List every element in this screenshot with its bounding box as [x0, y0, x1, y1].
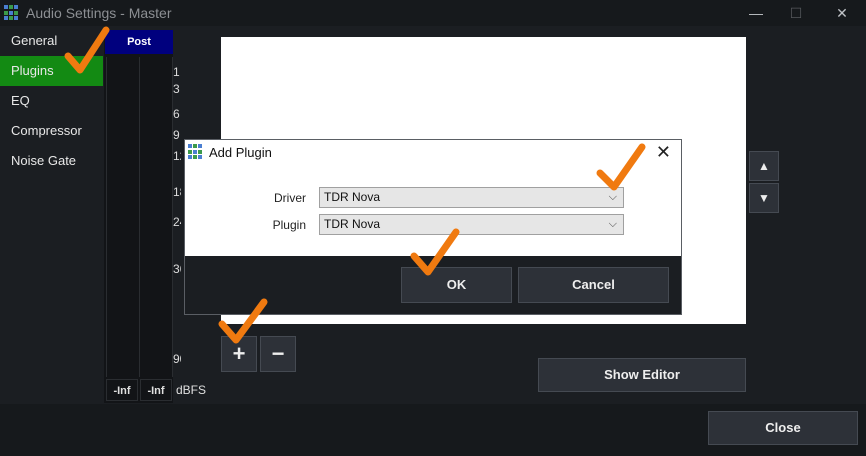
meter-right-value: -Inf [140, 379, 172, 401]
add-plugin-dialog: Add Plugin ✕ Driver TDR Nova ⌵ Plugin TD… [184, 139, 682, 315]
move-down-button[interactable]: ▼ [749, 183, 779, 213]
meter-scale-label: 18 [173, 185, 181, 199]
add-plugin-button[interactable]: + [221, 336, 257, 372]
driver-label: Driver [274, 191, 306, 205]
meter-header: Post [105, 30, 173, 54]
meter-scale-label: 6 [173, 107, 180, 121]
meter-scale-label: 9 [173, 128, 180, 142]
meter-scale-label: 12 [173, 149, 181, 163]
remove-plugin-button[interactable]: − [260, 336, 296, 372]
plugin-label: Plugin [272, 218, 306, 232]
ok-button[interactable]: OK [401, 267, 512, 303]
sidebar-item-eq[interactable]: EQ [0, 86, 103, 116]
app-logo-icon [188, 144, 204, 160]
sidebar-item-plugins[interactable]: Plugins [0, 56, 103, 86]
meter-left-channel [106, 57, 140, 377]
window-close-button[interactable]: ✕ [822, 0, 862, 26]
meter-scale-label: 1 [173, 65, 180, 79]
sidebar-item-compressor[interactable]: Compressor [0, 116, 103, 146]
dialog-title-bar: Add Plugin ✕ [185, 140, 681, 165]
show-editor-button[interactable]: Show Editor [538, 358, 746, 392]
close-icon[interactable]: ✕ [656, 142, 671, 163]
level-meter: Post -Inf -Inf [104, 30, 173, 403]
app-logo-icon [4, 5, 20, 21]
driver-select[interactable]: TDR Nova ⌵ [319, 187, 624, 208]
meter-right-channel [139, 57, 173, 377]
meter-unit-label: dBFS [176, 383, 207, 397]
close-button[interactable]: Close [708, 411, 858, 445]
title-bar: Audio Settings - Master — ☐ ✕ [0, 0, 866, 26]
dialog-body: Driver TDR Nova ⌵ Plugin TDR Nova ⌵ [185, 165, 681, 256]
plugin-select[interactable]: TDR Nova ⌵ [319, 214, 624, 235]
dialog-footer: OK Cancel [185, 256, 681, 314]
meter-scale-label: 24 [173, 215, 181, 229]
meter-scale-label: 36 [173, 262, 181, 276]
chevron-down-icon: ⌵ [608, 218, 617, 230]
maximize-button[interactable]: ☐ [776, 0, 816, 26]
sidebar-item-general[interactable]: General [0, 26, 103, 56]
dialog-title: Add Plugin [209, 145, 272, 160]
meter-scale-label: 90 [173, 352, 181, 366]
meter-scale-label: 3 [173, 82, 180, 96]
meter-left-value: -Inf [106, 379, 138, 401]
driver-select-value: TDR Nova [324, 190, 381, 204]
minimize-button[interactable]: — [736, 0, 776, 26]
window-title: Audio Settings - Master [26, 5, 172, 21]
move-up-button[interactable]: ▲ [749, 151, 779, 181]
plugin-select-value: TDR Nova [324, 217, 381, 231]
chevron-down-icon: ⌵ [608, 191, 617, 203]
cancel-button[interactable]: Cancel [518, 267, 669, 303]
settings-sidebar: General Plugins EQ Compressor Noise Gate [0, 26, 103, 404]
sidebar-item-noise-gate[interactable]: Noise Gate [0, 146, 103, 176]
